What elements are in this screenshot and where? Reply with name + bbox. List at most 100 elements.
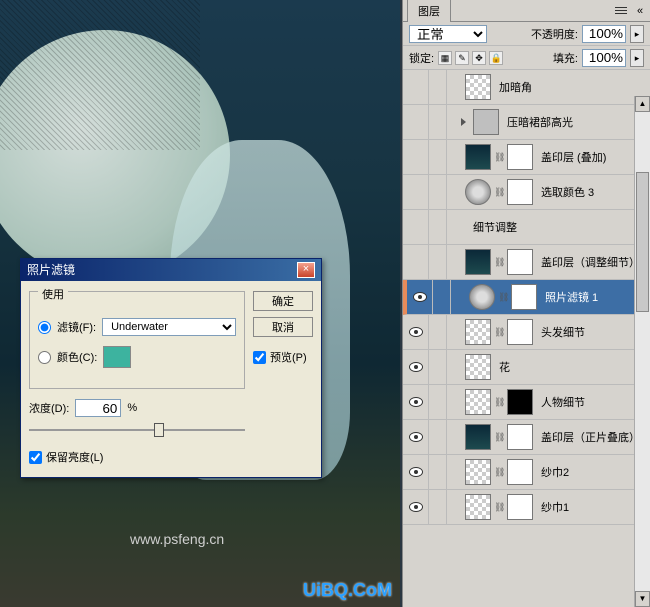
layer-name[interactable]: 盖印层 (叠加): [537, 149, 646, 165]
link-column[interactable]: [429, 385, 447, 419]
layer-thumbnail[interactable]: [465, 354, 491, 380]
ok-button[interactable]: 确定: [253, 291, 313, 311]
density-input[interactable]: [75, 399, 121, 417]
adjustment-icon[interactable]: [465, 179, 491, 205]
panel-collapse-icon[interactable]: «: [633, 5, 647, 17]
close-icon[interactable]: ×: [297, 262, 315, 278]
link-column[interactable]: [429, 420, 447, 454]
link-mask-icon[interactable]: ⛓: [494, 397, 504, 408]
visibility-toggle[interactable]: [403, 315, 429, 349]
visibility-toggle[interactable]: [403, 455, 429, 489]
layer-row[interactable]: ⛓盖印层（调整细节）: [403, 245, 650, 280]
fill-flyout-icon[interactable]: ▸: [630, 49, 644, 67]
mask-thumbnail[interactable]: [507, 249, 533, 275]
fill-input[interactable]: [582, 49, 626, 67]
layer-thumbnail[interactable]: [465, 494, 491, 520]
mask-thumbnail[interactable]: [507, 494, 533, 520]
layer-row[interactable]: ⛓纱巾2: [403, 455, 650, 490]
scroll-down-icon[interactable]: ▼: [635, 591, 650, 607]
link-mask-icon[interactable]: ⛓: [494, 502, 504, 513]
lock-transparency-icon[interactable]: ▦: [438, 51, 452, 65]
visibility-toggle[interactable]: [403, 140, 429, 174]
tab-layers[interactable]: 图层: [407, 0, 451, 22]
layer-row[interactable]: ⛓ 选取颜色 3: [403, 175, 650, 210]
link-mask-icon[interactable]: ⛓: [494, 152, 504, 163]
folder-icon[interactable]: [473, 109, 499, 135]
link-mask-icon[interactable]: ⛓: [494, 432, 504, 443]
layer-thumbnail[interactable]: [465, 74, 491, 100]
expand-triangle-icon[interactable]: [461, 118, 466, 126]
layer-name[interactable]: 盖印层（调整细节）: [537, 254, 646, 270]
lock-position-icon[interactable]: ✥: [472, 51, 486, 65]
mask-thumbnail[interactable]: [507, 179, 533, 205]
layer-thumbnail[interactable]: [465, 319, 491, 345]
visibility-toggle[interactable]: [403, 210, 429, 244]
layer-row[interactable]: ⛓ 盖印层（正片叠底）: [403, 420, 650, 455]
visibility-toggle[interactable]: [403, 350, 429, 384]
adjustment-icon[interactable]: [469, 284, 495, 310]
link-column[interactable]: [429, 315, 447, 349]
filter-select[interactable]: Underwater: [102, 318, 236, 336]
cancel-button[interactable]: 取消: [253, 317, 313, 337]
layer-name[interactable]: 照片滤镜 1: [541, 289, 646, 305]
lock-all-icon[interactable]: 🔒: [489, 51, 503, 65]
layer-name[interactable]: 人物细节: [537, 394, 646, 410]
panel-menu-icon[interactable]: [613, 4, 629, 18]
layer-name[interactable]: 选取颜色 3: [537, 184, 646, 200]
mask-thumbnail[interactable]: [507, 144, 533, 170]
layer-row[interactable]: ⛓ 人物细节: [403, 385, 650, 420]
mask-thumbnail[interactable]: [507, 424, 533, 450]
layer-name[interactable]: 纱巾1: [537, 499, 646, 515]
layer-name[interactable]: 盖印层（正片叠底）: [537, 429, 646, 445]
link-column[interactable]: [429, 70, 447, 104]
blend-mode-select[interactable]: 正常: [409, 25, 487, 43]
link-column[interactable]: [429, 175, 447, 209]
lock-paint-icon[interactable]: ✎: [455, 51, 469, 65]
layer-row[interactable]: 花: [403, 350, 650, 385]
visibility-toggle[interactable]: [403, 420, 429, 454]
link-column[interactable]: [433, 280, 451, 314]
layer-name[interactable]: 加暗角: [495, 79, 646, 95]
color-swatch[interactable]: [103, 346, 131, 368]
layer-name[interactable]: 花: [495, 359, 646, 375]
opacity-flyout-icon[interactable]: ▸: [630, 25, 644, 43]
visibility-toggle[interactable]: [403, 490, 429, 524]
filter-radio[interactable]: [38, 321, 51, 334]
layer-row[interactable]: ⛓ 盖印层 (叠加): [403, 140, 650, 175]
layer-name[interactable]: 头发细节: [537, 324, 646, 340]
layer-thumbnail[interactable]: [465, 144, 491, 170]
mask-thumbnail[interactable]: [507, 389, 533, 415]
link-mask-icon[interactable]: ⛓: [494, 187, 504, 198]
layer-thumbnail[interactable]: [465, 424, 491, 450]
layer-row[interactable]: 细节调整: [403, 210, 650, 245]
layer-name[interactable]: 压暗裙部高光: [503, 114, 646, 130]
mask-thumbnail[interactable]: [511, 284, 537, 310]
link-mask-icon[interactable]: ⛓: [494, 327, 504, 338]
preview-checkbox[interactable]: [253, 351, 266, 364]
link-column[interactable]: [429, 210, 447, 244]
dialog-titlebar[interactable]: 照片滤镜 ×: [21, 259, 321, 281]
scrollbar-thumb[interactable]: [636, 172, 649, 312]
scroll-up-icon[interactable]: ▲: [635, 96, 650, 112]
link-column[interactable]: [429, 140, 447, 174]
visibility-toggle[interactable]: [403, 105, 429, 139]
link-column[interactable]: [429, 455, 447, 489]
layers-scrollbar[interactable]: ▲ ▼: [634, 96, 650, 607]
layer-thumbnail[interactable]: [465, 459, 491, 485]
preserve-luminosity-checkbox[interactable]: [29, 451, 42, 464]
layer-thumbnail[interactable]: [465, 389, 491, 415]
link-column[interactable]: [429, 105, 447, 139]
layer-name[interactable]: 细节调整: [469, 219, 646, 235]
mask-thumbnail[interactable]: [507, 319, 533, 345]
layer-name[interactable]: 纱巾2: [537, 464, 646, 480]
slider-thumb[interactable]: [154, 423, 164, 437]
layer-row[interactable]: ⛓ 纱巾1: [403, 490, 650, 525]
opacity-input[interactable]: [582, 25, 626, 43]
link-mask-icon[interactable]: ⛓: [498, 292, 508, 303]
layer-row[interactable]: 加暗角: [403, 70, 650, 105]
visibility-toggle[interactable]: [403, 70, 429, 104]
layer-row[interactable]: 压暗裙部高光: [403, 105, 650, 140]
link-column[interactable]: [429, 350, 447, 384]
layer-thumbnail[interactable]: [465, 249, 491, 275]
visibility-toggle[interactable]: [403, 175, 429, 209]
